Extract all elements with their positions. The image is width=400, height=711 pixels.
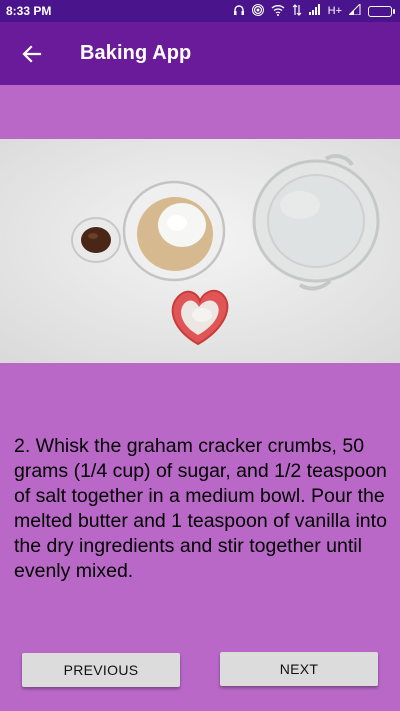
video-frame-image bbox=[0, 139, 400, 363]
back-button[interactable] bbox=[16, 38, 48, 70]
app-title: Baking App bbox=[80, 42, 192, 64]
hotspot-icon bbox=[251, 3, 264, 19]
data-transfer-icon bbox=[292, 3, 302, 19]
arrow-back-icon bbox=[22, 44, 42, 63]
status-time: 8:33 PM bbox=[6, 4, 52, 18]
step-video-player[interactable] bbox=[0, 139, 400, 363]
signal-icon bbox=[308, 4, 321, 18]
previous-button[interactable]: PREVIOUS bbox=[22, 653, 180, 687]
next-button[interactable]: NEXT bbox=[220, 652, 378, 686]
status-bar: 8:33 PM H+ bbox=[0, 0, 400, 22]
wifi-icon bbox=[271, 4, 285, 19]
battery-icon bbox=[368, 5, 395, 17]
app-bar: Baking App bbox=[0, 22, 400, 85]
network-type-label: H+ bbox=[327, 5, 342, 17]
step-description: 2. Whisk the graham cracker crumbs, 50 g… bbox=[14, 435, 387, 582]
status-icons: H+ bbox=[233, 2, 395, 19]
signal-weak-icon bbox=[347, 2, 361, 18]
headphones-icon bbox=[233, 4, 245, 19]
